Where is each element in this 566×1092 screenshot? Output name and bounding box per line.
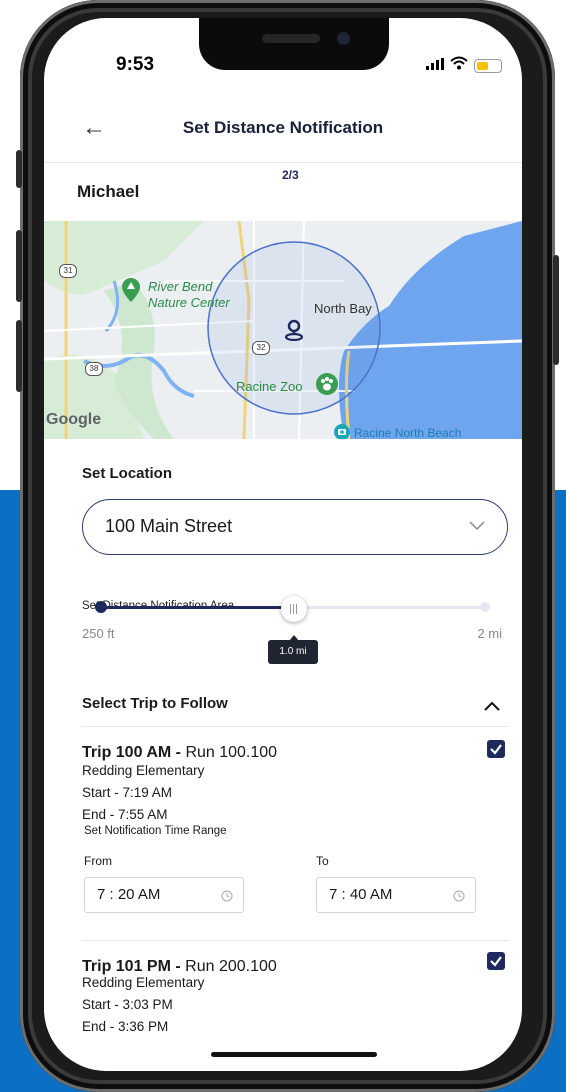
trip-2-title-bold: Trip 101 PM - xyxy=(82,958,186,975)
trip-1-start: Start - 7:19 AM xyxy=(82,785,173,800)
park-pin-icon xyxy=(122,278,140,307)
to-label: To xyxy=(316,854,329,868)
map-label-river-bend: River Bend xyxy=(148,279,213,294)
chevron-down-icon xyxy=(469,518,485,536)
trip-1-school: Redding Elementary xyxy=(82,763,205,778)
wifi-icon xyxy=(450,56,468,75)
page-title: Set Distance Notification xyxy=(182,118,384,137)
grip-lines-icon xyxy=(290,604,298,614)
trip-2-end: End - 3:36 PM xyxy=(82,1019,169,1034)
trip-1-title-bold: Trip 100 AM - xyxy=(82,744,186,761)
status-time: 9:53 xyxy=(116,54,155,75)
trip-2-title: Trip 101 PM - Run 200.100 xyxy=(82,958,277,976)
trip-1-title-run: Run 100.100 xyxy=(185,744,278,761)
user-name: Michael xyxy=(77,182,140,201)
top-bar: ← Set Distance Notification xyxy=(44,110,522,163)
side-button xyxy=(553,255,559,365)
route-31-shield: 31 xyxy=(59,264,77,278)
trip-2-title-run: Run 200.100 xyxy=(185,958,277,975)
from-time-value: 7 : 20 AM xyxy=(97,886,161,903)
home-indicator[interactable] xyxy=(211,1052,377,1057)
clock-icon xyxy=(221,889,233,907)
trip-2-start: Start - 3:03 PM xyxy=(82,997,173,1012)
slider-start-dot xyxy=(95,601,107,613)
map-label-racine-north-beach: Racine North Beach xyxy=(354,426,462,439)
zoo-paw-icon xyxy=(316,373,338,395)
to-time-input[interactable]: 7 : 40 AM xyxy=(316,877,476,913)
trip-1-end: End - 7:55 AM xyxy=(82,807,168,822)
slider-end-dot xyxy=(480,602,490,612)
chevron-up-icon[interactable] xyxy=(484,698,500,716)
google-logo: Google xyxy=(46,411,102,428)
map-label-north-bay: North Bay xyxy=(314,301,372,316)
slider-max-label: 2 mi xyxy=(477,626,502,641)
volume-down-button xyxy=(16,320,22,392)
route-38-shield: 38 xyxy=(85,362,103,376)
status-icons xyxy=(426,56,502,75)
set-location-heading: Set Location xyxy=(82,465,173,482)
beach-camera-icon xyxy=(334,424,350,439)
speaker-grille xyxy=(262,34,320,43)
trip-1-checkbox[interactable] xyxy=(487,740,505,758)
location-dropdown[interactable]: 100 Main Street xyxy=(82,499,508,555)
map-label-racine-zoo: Racine Zoo xyxy=(236,379,303,394)
divider xyxy=(82,726,508,727)
clock-icon xyxy=(453,889,465,907)
location-marker-icon xyxy=(284,319,304,346)
map-label-nature-center: Nature Center xyxy=(148,295,230,310)
slider-min-label: 250 ft xyxy=(82,626,115,641)
volume-up-button xyxy=(16,230,22,302)
select-trip-heading: Select Trip to Follow xyxy=(82,695,228,712)
trip-1-title: Trip 100 AM - Run 100.100 xyxy=(82,744,277,762)
slider-thumb[interactable] xyxy=(281,596,307,622)
from-label: From xyxy=(84,854,112,868)
divider xyxy=(82,940,508,941)
front-camera xyxy=(337,32,350,45)
map-view[interactable]: 31 38 32 River Bend Nature Center North … xyxy=(44,221,522,439)
notch xyxy=(199,18,389,70)
slider-track-fill xyxy=(100,606,298,609)
trip-2-checkbox[interactable] xyxy=(487,952,505,970)
route-32-shield: 32 xyxy=(252,341,270,355)
mute-switch xyxy=(16,150,22,188)
step-indicator: 2/3 xyxy=(282,168,299,182)
battery-icon xyxy=(474,58,502,73)
from-time-input[interactable]: 7 : 20 AM xyxy=(84,877,244,913)
location-selected-value: 100 Main Street xyxy=(105,516,233,536)
to-time-value: 7 : 40 AM xyxy=(329,886,393,903)
trip-2-school: Redding Elementary xyxy=(82,975,205,990)
signal-icon xyxy=(426,57,444,75)
slider-value-tooltip: 1.0 mi xyxy=(268,640,318,664)
trip-1-range-label: Set Notification Time Range xyxy=(84,825,227,837)
app-screen: 9:53 ← Set Distance Notification 2/3 Mic… xyxy=(44,18,522,1071)
